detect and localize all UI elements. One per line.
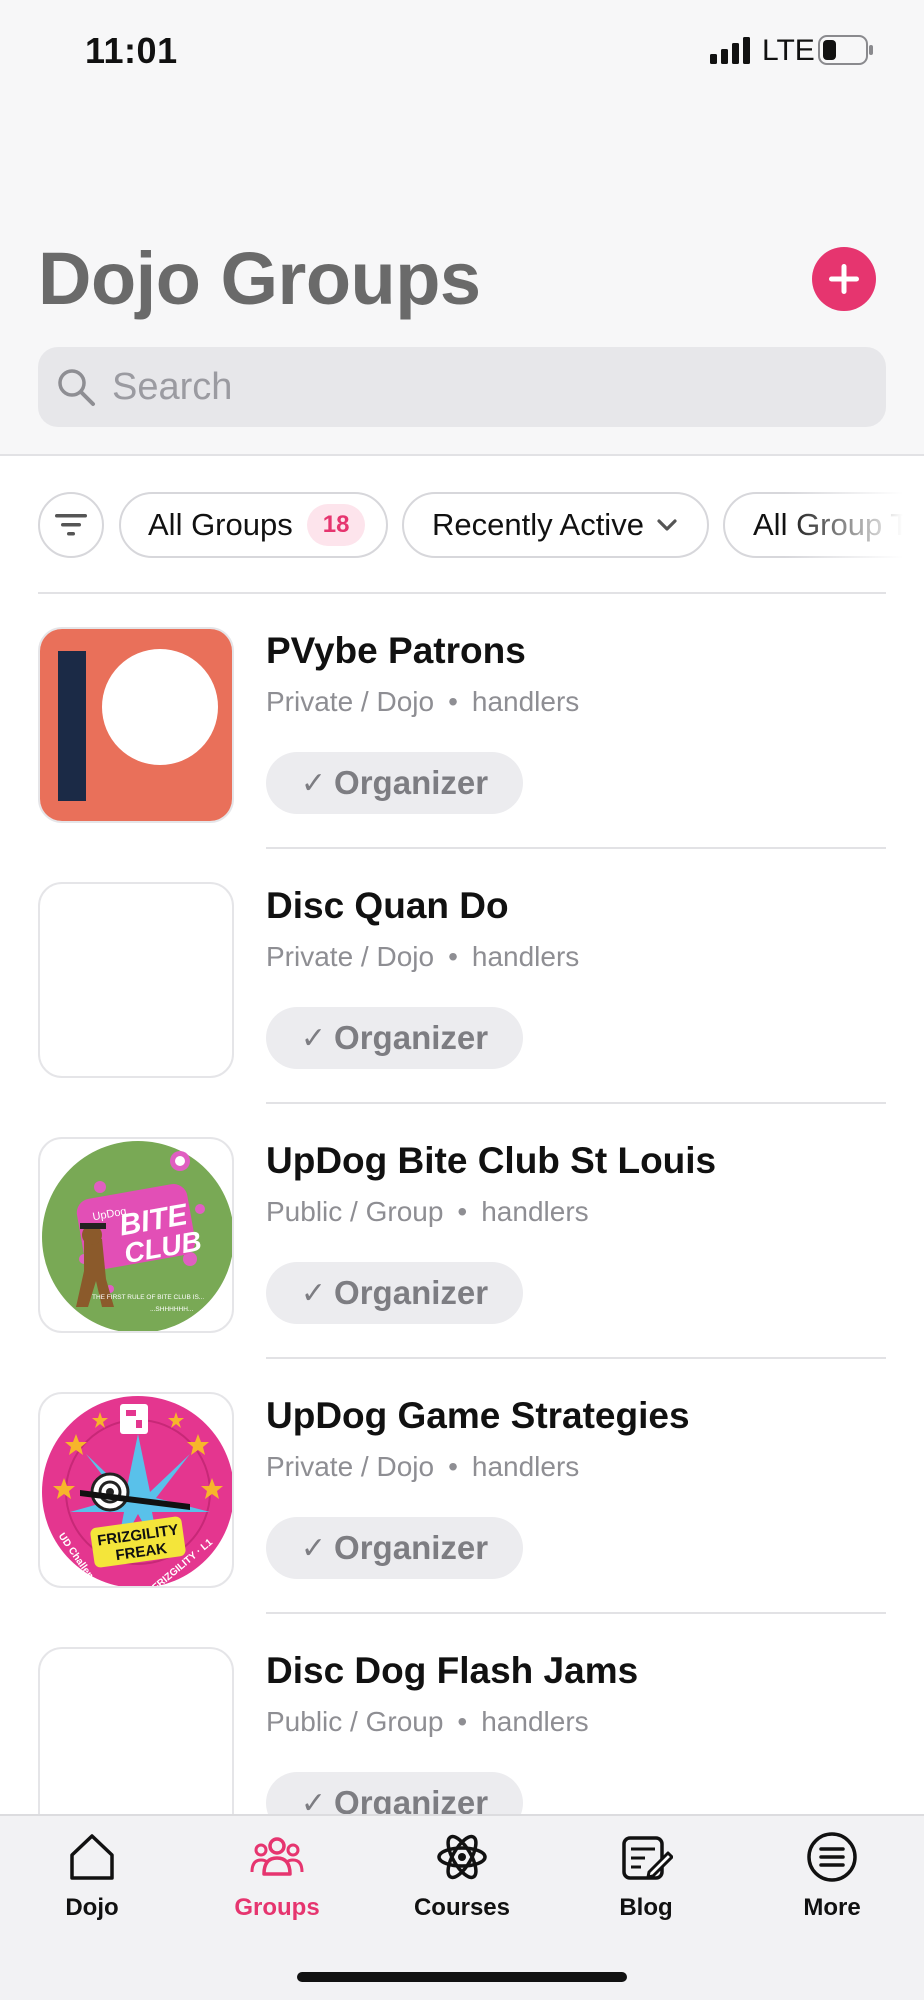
svg-text:THE FIRST RULE OF BITE CLUB IS: THE FIRST RULE OF BITE CLUB IS... (92, 1294, 204, 1301)
group-members: handlers (481, 1706, 589, 1737)
group-privacy: Private / Dojo (266, 1451, 435, 1482)
group-avatar (38, 1647, 234, 1814)
group-members: handlers (471, 1451, 580, 1482)
group-meta: Private / Dojo • handlers (266, 686, 580, 717)
group-avatar (38, 882, 234, 1078)
group-avatar: FRIZGILITY FREAK UD Challenge FRIZGILITY… (38, 1392, 234, 1588)
group-privacy: Public / Group (266, 1706, 444, 1737)
group-row[interactable]: FRIZGILITY FREAK UD Challenge FRIZGILITY… (0, 1359, 924, 1614)
patreon-logo (40, 629, 232, 821)
role-badge: ✓ Organizer (266, 1517, 523, 1579)
chevron-down-icon (657, 519, 677, 531)
group-members: handlers (471, 686, 580, 717)
battery-icon (818, 35, 873, 65)
group-meta: Public / Group • handlers (266, 1706, 589, 1737)
filter-bar: All Groups 18 Recently Active All Group … (0, 490, 924, 560)
group-list: PVybe Patrons Private / Dojo • handlers ✓ O… (0, 594, 924, 1814)
search-input[interactable] (112, 347, 872, 427)
group-name: Disc Quan Do (266, 885, 509, 926)
group-name: PVybe Patrons (266, 630, 526, 671)
tab-dojo[interactable]: Dojo (0, 1830, 184, 1940)
group-meta: Private / Dojo • handlers (266, 941, 580, 972)
role-label: Organizer (334, 1019, 489, 1056)
checkmark-icon: ✓ (300, 766, 327, 800)
filter-lines-icon (55, 514, 87, 536)
network-type: LTE (762, 34, 815, 67)
svg-text:...SHHHHHH...: ...SHHHHHH... (150, 1306, 194, 1313)
group-privacy: Private / Dojo (266, 941, 435, 972)
tab-more[interactable]: More (740, 1830, 924, 1940)
home-icon (70, 1834, 114, 1880)
all-groups-label: All Groups (148, 507, 293, 542)
tab-blog[interactable]: Blog (554, 1830, 738, 1940)
sort-label: Recently Active (432, 507, 644, 542)
role-badge: ✓ Organizer (266, 1262, 523, 1324)
checkmark-icon: ✓ (300, 1276, 327, 1310)
tab-label: Groups (234, 1894, 320, 1921)
note-edit-icon (622, 1836, 673, 1880)
tab-label: More (803, 1894, 861, 1921)
search-bar[interactable] (38, 347, 886, 427)
role-badge: ✓ Organizer (266, 1007, 523, 1069)
status-bar: 11:01 LTE (0, 0, 924, 100)
plus-icon (829, 264, 859, 294)
role-label: Organizer (334, 764, 489, 801)
frizgility-badge: FRIZGILITY FREAK UD Challenge FRIZGILITY… (42, 1396, 232, 1586)
group-members: handlers (471, 941, 580, 972)
sort-dropdown[interactable]: Recently Active (402, 492, 709, 558)
search-icon (58, 369, 95, 406)
home-indicator (297, 1972, 627, 1982)
checkmark-icon: ✓ (300, 1531, 327, 1565)
group-members: handlers (481, 1196, 589, 1227)
group-row[interactable]: Disc Dog Flash Jams Public / Group • handl… (0, 1614, 924, 1814)
add-group-button[interactable] (812, 247, 876, 311)
filter-button[interactable] (38, 492, 104, 558)
group-name: Disc Dog Flash Jams (266, 1650, 639, 1691)
group-meta: Private / Dojo • handlers (266, 1451, 580, 1482)
group-privacy: Public / Group (266, 1196, 444, 1227)
role-label: Organizer (334, 1784, 489, 1814)
bite-club-badge: UpDog BITE CLUB THE FIRST RULE OF BITE C… (42, 1141, 232, 1331)
group-name: UpDog Game Strategies (266, 1395, 690, 1436)
status-time: 11:01 (85, 30, 178, 71)
checkmark-icon: ✓ (300, 1021, 327, 1055)
role-badge: ✓ Organizer (266, 752, 523, 814)
group-type-dropdown[interactable]: All Group Types (723, 492, 924, 558)
page-title: Dojo Groups (38, 237, 481, 320)
atom-icon (437, 1834, 487, 1880)
role-label: Organizer (334, 1274, 489, 1311)
tab-groups[interactable]: Groups (185, 1830, 369, 1940)
checkmark-icon: ✓ (300, 1786, 327, 1815)
cellular-signal-icon (710, 37, 750, 64)
role-label: Organizer (334, 1529, 489, 1566)
group-type-label: All Group Types (753, 507, 924, 542)
header: 11:01 LTE Dojo Groups (0, 0, 924, 456)
group-row[interactable]: PVybe Patrons Private / Dojo • handlers ✓ O… (0, 594, 924, 849)
group-row[interactable]: Disc Quan Do Private / Dojo • handlers ✓ Or… (0, 849, 924, 1104)
group-meta: Public / Group • handlers (266, 1196, 589, 1227)
tab-label: Dojo (65, 1894, 119, 1921)
people-icon (250, 1837, 304, 1876)
group-privacy: Private / Dojo (266, 686, 435, 717)
list-circle-icon (807, 1832, 857, 1882)
group-count-badge: 18 (306, 504, 366, 546)
all-groups-chip[interactable]: All Groups 18 (119, 492, 388, 558)
group-avatar: UpDog BITE CLUB THE FIRST RULE OF BITE C… (38, 1137, 234, 1333)
role-badge: ✓ Organizer (266, 1772, 523, 1814)
tab-label: Blog (619, 1894, 673, 1921)
tab-courses[interactable]: Courses (370, 1830, 554, 1940)
tab-label: Courses (413, 1894, 511, 1921)
group-row[interactable]: UpDog BITE CLUB THE FIRST RULE OF BITE C… (0, 1104, 924, 1359)
group-name: UpDog Bite Club St Louis (266, 1140, 717, 1181)
group-avatar (38, 627, 234, 823)
